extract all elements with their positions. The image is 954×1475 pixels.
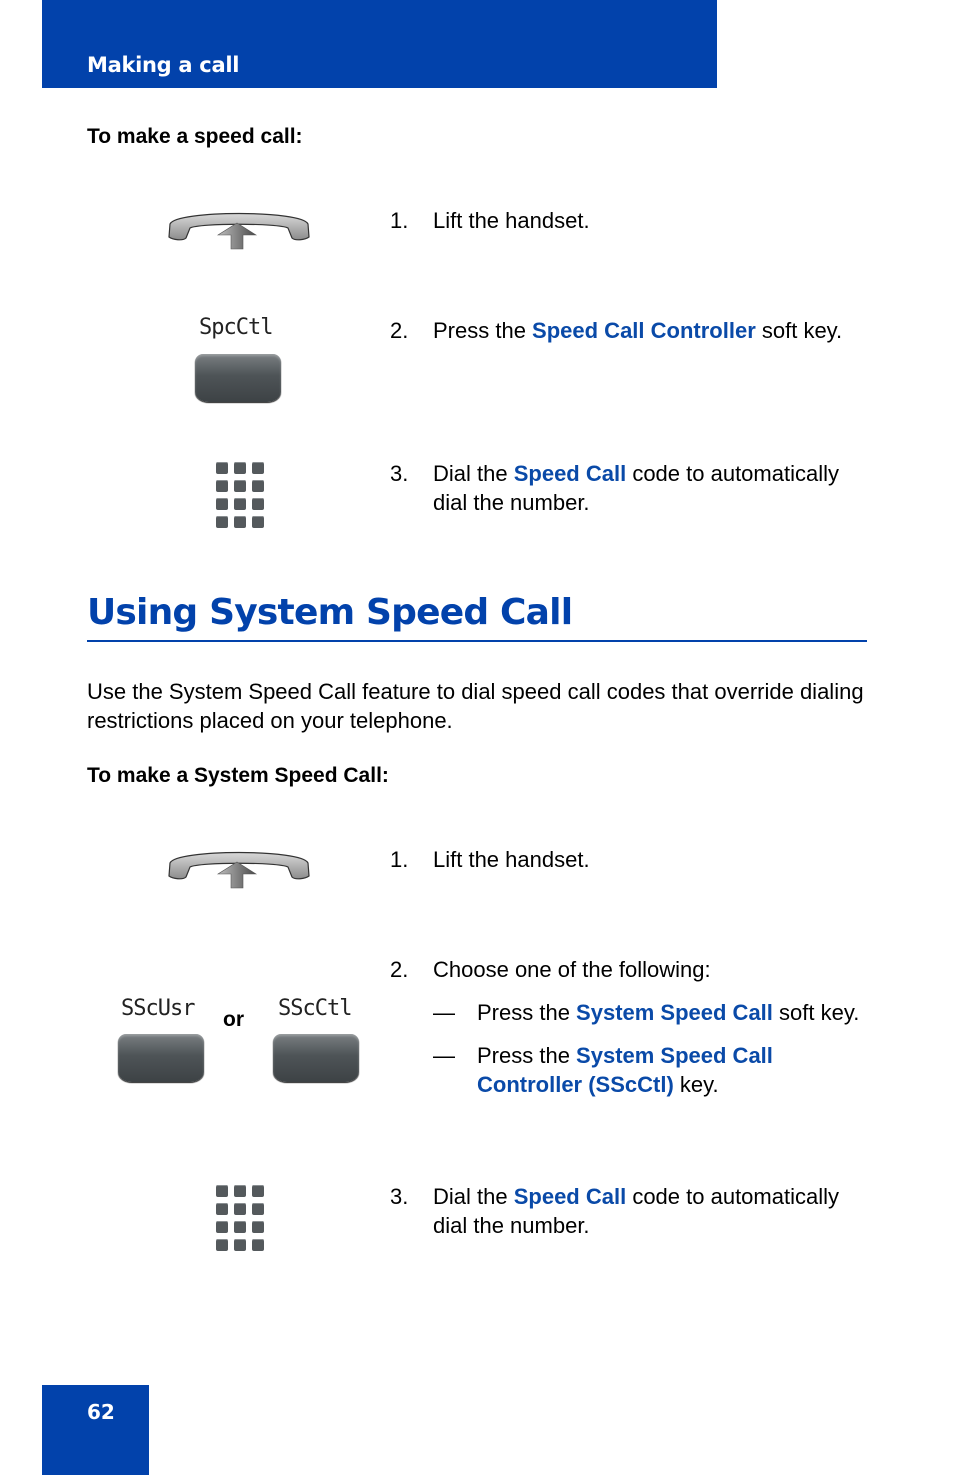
- or-label: or: [223, 1008, 244, 1031]
- step-number: 3.: [390, 1184, 409, 1209]
- option-text-pre: Press the: [477, 1043, 577, 1068]
- spcctl-softkey-button[interactable]: [195, 354, 281, 402]
- dialpad-icon: [216, 462, 264, 528]
- page-number: 62: [87, 1400, 115, 1424]
- dialpad-icon: [216, 1185, 264, 1251]
- step-text-post: soft key.: [755, 318, 843, 343]
- section-title: Using System Speed Call: [87, 592, 573, 633]
- sscusr-softkey-button[interactable]: [118, 1034, 204, 1082]
- step-text-pre: Press the: [433, 318, 533, 343]
- step-text-pre: Dial the: [433, 1184, 514, 1209]
- footer-band: 62: [42, 1385, 149, 1475]
- step-number: 2.: [390, 957, 409, 982]
- option-item: — Press the System Speed Call soft key.: [433, 998, 860, 1027]
- system-speed-call-link: System Speed Call: [576, 1000, 773, 1025]
- option-text-pre: Press the: [477, 1000, 577, 1025]
- option-item: — Press the System Speed Call Controller…: [433, 1041, 860, 1099]
- speed-call-step-1: 1. Lift the handset.: [390, 206, 860, 235]
- handset-lift-icon: [168, 851, 310, 889]
- option-text-post: key.: [673, 1072, 719, 1097]
- handset-lift-icon: [168, 212, 310, 250]
- section-intro: Use the System Speed Call feature to dia…: [87, 679, 864, 733]
- softkey-label-spcctl: SpcCtl: [199, 315, 273, 340]
- header-band: Making a call: [42, 0, 717, 88]
- step-number: 1.: [390, 847, 409, 872]
- step-text: Choose one of the following:: [433, 957, 711, 982]
- speed-call-link: Speed Call: [513, 1184, 627, 1209]
- em-dash: —: [433, 1043, 455, 1068]
- step-text-pre: Dial the: [433, 461, 514, 486]
- speed-call-link: Speed Call: [513, 461, 627, 486]
- em-dash: —: [433, 1000, 455, 1025]
- option-text-post: soft key.: [772, 1000, 860, 1025]
- speed-call-procedure-heading: To make a speed call:: [87, 125, 303, 148]
- step-number: 2.: [390, 318, 409, 343]
- step-text: Lift the handset.: [433, 847, 590, 872]
- speed-call-step-3: 3. Dial the Speed Call code to automatic…: [390, 459, 860, 517]
- step-text: Lift the handset.: [433, 208, 590, 233]
- step-number: 3.: [390, 461, 409, 486]
- system-speed-call-step-1: 1. Lift the handset.: [390, 845, 860, 874]
- softkey-label-sscctl: SScCtl: [278, 996, 352, 1021]
- softkey-label-sscusr: SScUsr: [121, 996, 195, 1021]
- system-speed-call-step-2: 2. Choose one of the following: — Press …: [390, 955, 860, 1099]
- step-number: 1.: [390, 208, 409, 233]
- system-speed-call-step-3: 3. Dial the Speed Call code to automatic…: [390, 1182, 860, 1240]
- section-divider: [87, 640, 867, 642]
- speed-call-step-2: 2. Press the Speed Call Controller soft …: [390, 316, 860, 345]
- system-speed-call-procedure-heading: To make a System Speed Call:: [87, 764, 389, 787]
- running-header-title: Making a call: [87, 53, 240, 77]
- speed-call-controller-link: Speed Call Controller: [532, 318, 756, 343]
- sscctl-softkey-button[interactable]: [273, 1034, 359, 1082]
